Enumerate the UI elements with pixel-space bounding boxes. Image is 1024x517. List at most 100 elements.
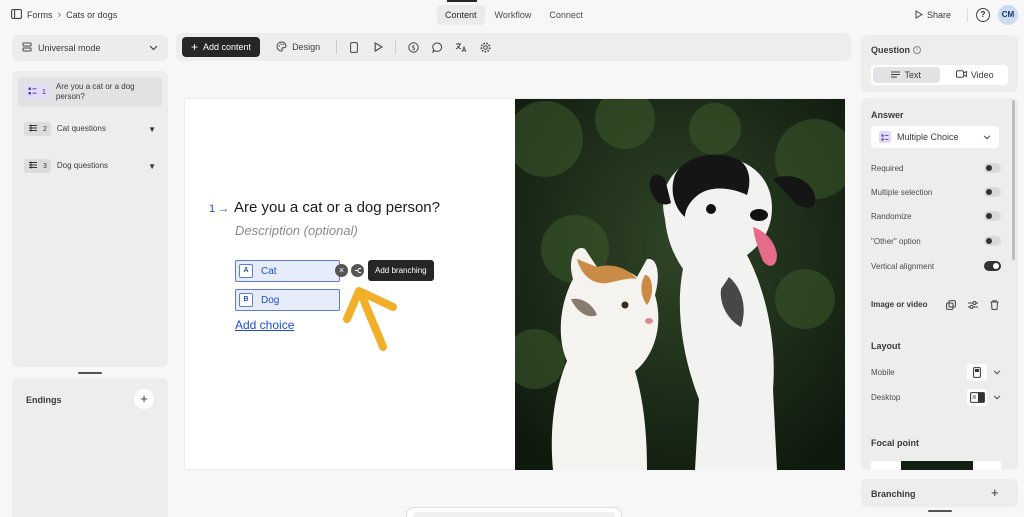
- outline-item-2[interactable]: 2 Cat questions ▼: [18, 114, 162, 144]
- trash-icon[interactable]: [988, 298, 1001, 311]
- mobile-label: Mobile: [871, 368, 895, 377]
- option-required: Required: [871, 163, 1001, 173]
- question-number: 3: [43, 162, 47, 170]
- layout-desktop-row: Desktop: [871, 389, 1001, 406]
- option-randomize: Randomize: [871, 211, 1001, 221]
- branching-icon[interactable]: [351, 264, 364, 277]
- add-content-button[interactable]: + Add content: [182, 37, 261, 57]
- chevron-right-icon: ›: [57, 9, 62, 21]
- arrow-right-icon: →: [218, 203, 230, 215]
- tab-connect[interactable]: Connect: [541, 5, 591, 25]
- top-bar: Forms › Cats or dogs Content Workflow Co…: [0, 0, 1024, 32]
- option-other: "Other" option: [871, 236, 1001, 246]
- choice-b[interactable]: B Dog: [235, 289, 340, 311]
- add-choice-link[interactable]: Add choice: [235, 318, 294, 332]
- randomize-toggle[interactable]: [984, 211, 1001, 221]
- outline-item-label: Are you a cat or a dog person?: [55, 82, 135, 101]
- cat-dog-photo: [515, 99, 845, 470]
- multiple-selection-toggle[interactable]: [984, 187, 1001, 197]
- endings-title: Endings: [26, 395, 62, 405]
- mobile-preview-icon[interactable]: [347, 40, 361, 54]
- resize-handle[interactable]: [928, 510, 952, 512]
- divider: [395, 40, 397, 54]
- annotation-arrow-icon: [335, 279, 405, 354]
- share-button[interactable]: Share: [907, 6, 959, 25]
- add-branching-tooltip: Add branching: [368, 260, 434, 281]
- active-tab-indicator: [447, 0, 477, 2]
- video-icon: [955, 70, 967, 80]
- question-title[interactable]: Are you a cat or a dog person?: [234, 199, 440, 216]
- outline-item-3[interactable]: 3 Dog questions ▼: [18, 151, 162, 181]
- question-canvas: 1 → Are you a cat or a dog person? Descr…: [184, 98, 845, 470]
- question-type-toggle: Text Video: [871, 65, 1008, 85]
- layout-mobile-row: Mobile: [871, 364, 1001, 381]
- add-branching-button[interactable]: +: [991, 485, 999, 500]
- help-icon[interactable]: ?: [976, 8, 990, 22]
- outline-item-1[interactable]: 1 Are you a cat or a dog person?: [18, 77, 162, 107]
- tab-content[interactable]: Content: [437, 5, 485, 25]
- text-lines-icon: [891, 70, 901, 80]
- resize-handle[interactable]: [78, 372, 102, 374]
- settings-scrollbar[interactable]: [1012, 100, 1015, 260]
- gear-icon[interactable]: [478, 40, 492, 54]
- choice-key: A: [239, 264, 253, 278]
- option-label: Vertical alignment: [871, 261, 935, 271]
- tab-workflow[interactable]: Workflow: [487, 5, 540, 25]
- design-button[interactable]: Design: [270, 40, 326, 54]
- delete-choice-icon[interactable]: ×: [335, 264, 348, 277]
- editor-toolbar: + Add content Design $: [176, 33, 851, 61]
- desktop-layout-icon: [967, 389, 987, 406]
- tab-video[interactable]: Video: [942, 65, 1009, 85]
- caret-down-icon[interactable]: ▼: [148, 162, 156, 171]
- tab-video-label: Video: [970, 70, 994, 80]
- add-ending-button[interactable]: +: [134, 389, 154, 409]
- question-settings-panel: Question i Text Video: [861, 35, 1018, 92]
- info-icon[interactable]: i: [913, 46, 922, 54]
- required-toggle[interactable]: [984, 163, 1001, 173]
- breadcrumb-forms[interactable]: Forms: [27, 10, 53, 20]
- question-group-badge: 2: [24, 122, 51, 136]
- design-label: Design: [292, 42, 321, 52]
- comment-icon[interactable]: [430, 40, 444, 54]
- choice-key: B: [239, 293, 253, 307]
- header-actions: Share ? CM: [907, 5, 1018, 25]
- mode-select[interactable]: Universal mode: [12, 35, 168, 61]
- divider: [967, 8, 968, 22]
- caret-down-icon[interactable]: ▼: [148, 125, 156, 134]
- question-number-label: 1 →: [209, 203, 229, 215]
- question-number: 1: [209, 203, 216, 215]
- forms-icon: [11, 9, 22, 21]
- breadcrumb: Forms › Cats or dogs: [11, 9, 117, 21]
- description-field[interactable]: Description (optional): [235, 223, 358, 238]
- choice-label: Dog: [261, 294, 280, 306]
- answer-type-select[interactable]: Multiple Choice: [871, 126, 999, 148]
- palette-icon: [276, 40, 287, 54]
- option-label: Randomize: [871, 211, 912, 221]
- bottom-preview-tab[interactable]: [406, 507, 622, 517]
- option-multiple-selection: Multiple selection: [871, 187, 1001, 197]
- group-icon: [28, 124, 38, 134]
- divider: [336, 40, 338, 54]
- answer-settings-panel: Answer Multiple Choice Required Multiple…: [861, 98, 1018, 470]
- vertical-alignment-toggle[interactable]: [984, 261, 1001, 271]
- sliders-icon[interactable]: [966, 298, 979, 311]
- choice-a[interactable]: A Cat: [235, 260, 340, 282]
- focal-point-thumbnail[interactable]: [871, 461, 1001, 470]
- image-video-row: Image or video: [871, 298, 1001, 311]
- tab-text[interactable]: Text: [873, 67, 940, 83]
- play-icon[interactable]: [371, 40, 385, 54]
- other-option-toggle[interactable]: [984, 236, 1001, 246]
- copy-icon[interactable]: [944, 298, 957, 311]
- play-outline-icon: [915, 9, 923, 21]
- mobile-layout-select[interactable]: [967, 364, 1001, 381]
- option-label: Required: [871, 163, 904, 173]
- translate-icon[interactable]: [454, 40, 468, 54]
- desktop-layout-select[interactable]: [967, 389, 1001, 406]
- answer-section-title: Answer: [871, 110, 904, 120]
- chevron-down-icon: [149, 43, 158, 53]
- chevron-down-icon: [983, 132, 991, 142]
- currency-icon[interactable]: $: [406, 40, 420, 54]
- question-number: 1: [42, 88, 46, 96]
- avatar[interactable]: CM: [998, 5, 1018, 25]
- mode-label: Universal mode: [38, 43, 101, 53]
